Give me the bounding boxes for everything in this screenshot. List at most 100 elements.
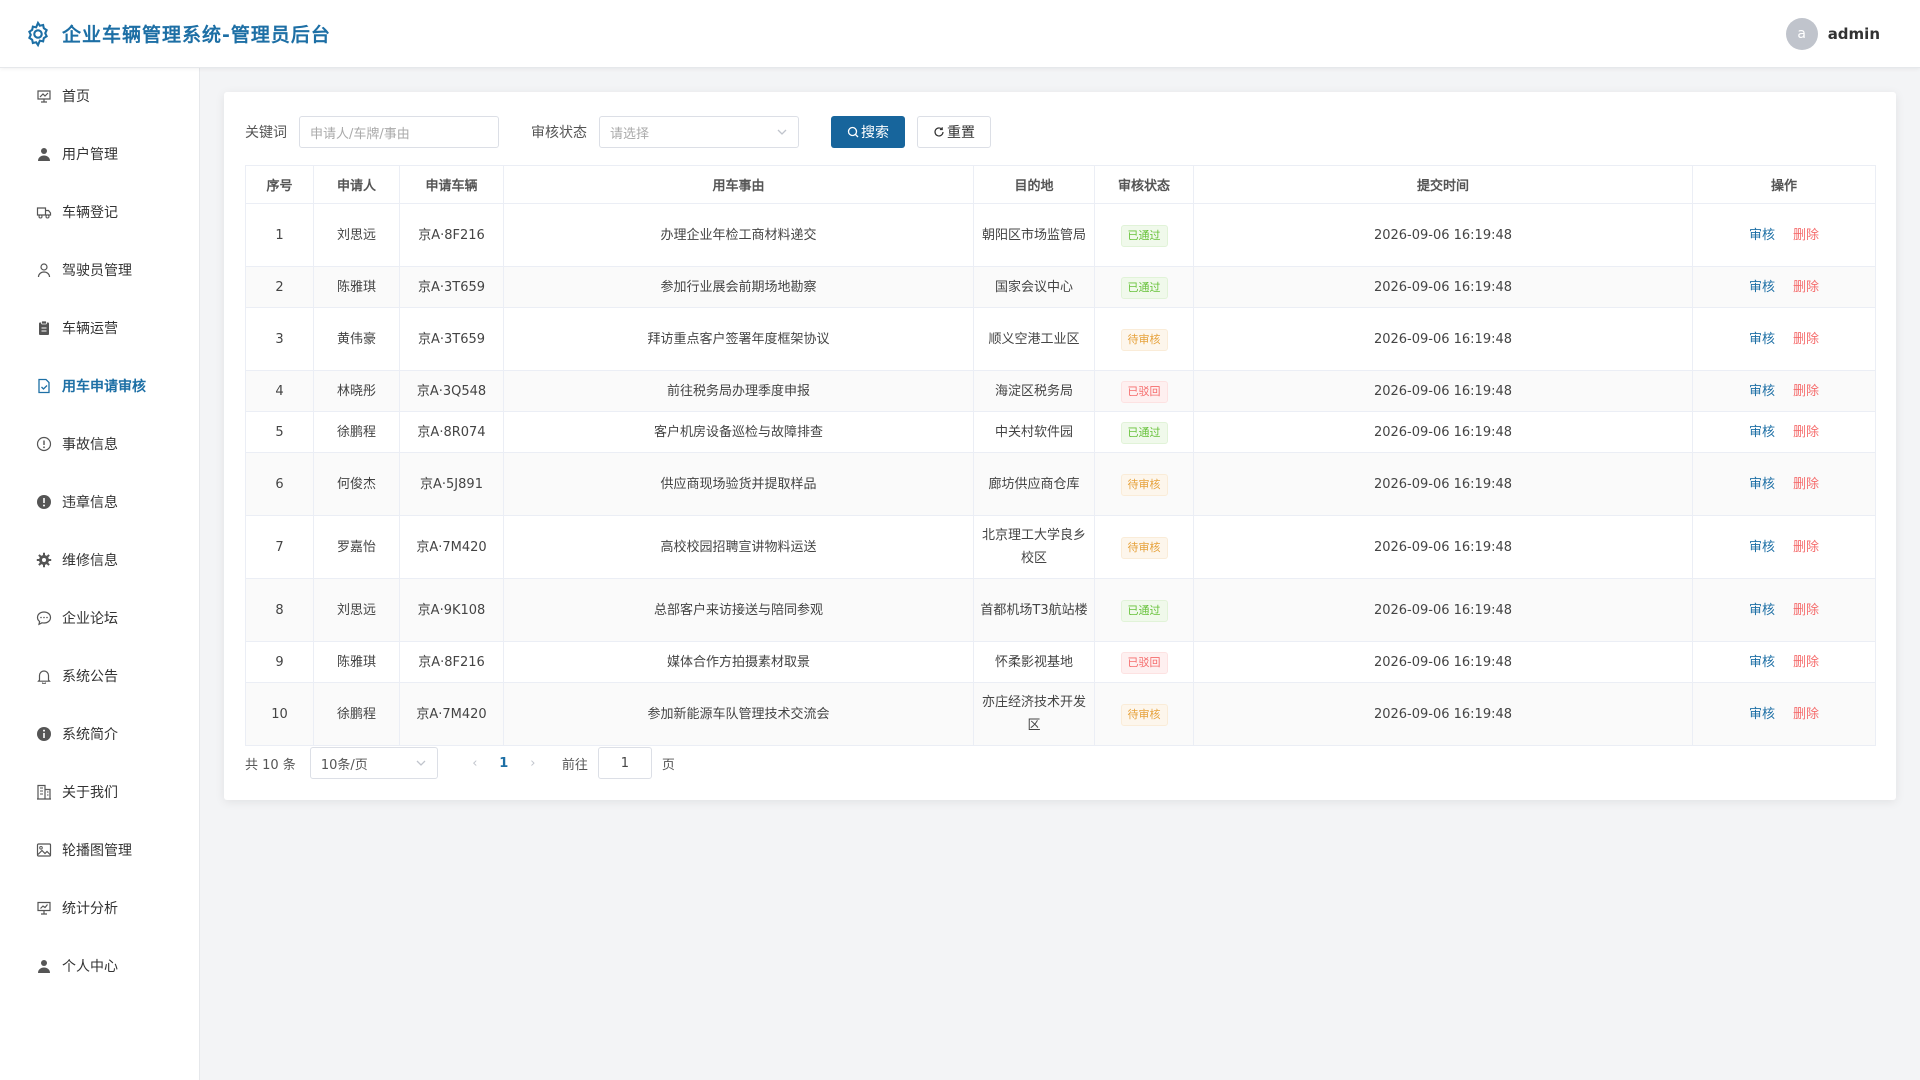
sidebar-item-6[interactable]: 用车申请审核 (0, 366, 200, 406)
audit-link[interactable]: 审核 (1749, 477, 1775, 492)
column-header: 申请车辆 (399, 165, 504, 204)
page-size-value: 10条/页 (320, 757, 368, 773)
table-row: 5 徐鹏程 京A·8R074 客户机房设备巡检与故障排查 中关村软件园 已通过 2026-0… (245, 411, 1876, 453)
sidebar-item-1[interactable]: 首页 (0, 76, 200, 116)
cell-applicant: 罗嘉怡 (313, 515, 400, 579)
sidebar-item-2[interactable]: 用户管理 (0, 134, 200, 174)
sidebar-item-label: 关于我们 (62, 785, 118, 801)
delete-link[interactable]: 删除 (1793, 280, 1819, 295)
cell-applicant: 陈雅琪 (313, 266, 400, 308)
username[interactable]: admin (1828, 25, 1880, 43)
delete-link[interactable]: 删除 (1793, 477, 1819, 492)
cell-actions: 审核 删除 (1692, 307, 1876, 371)
cell-no: 9 (245, 641, 314, 683)
sidebar-item-16[interactable]: 个人中心 (0, 946, 200, 986)
sidebar-item-10[interactable]: 企业论坛 (0, 598, 200, 638)
page-size-select[interactable]: 10条/页 (309, 747, 438, 779)
cell-vehicle: 京A·8F216 (399, 641, 504, 683)
reset-button[interactable]: 重置 (917, 116, 991, 148)
keyword-label: 关键词 (245, 125, 287, 141)
cell-actions: 审核 删除 (1692, 641, 1876, 683)
cell-destination: 海淀区税务局 (973, 370, 1095, 412)
status-badge: 待审核 (1120, 473, 1168, 496)
column-header: 提交时间 (1193, 165, 1693, 204)
audit-link[interactable]: 审核 (1749, 603, 1775, 618)
delete-link[interactable]: 删除 (1793, 540, 1819, 555)
cell-destination: 顺义空港工业区 (973, 307, 1095, 371)
audit-link[interactable]: 审核 (1749, 280, 1775, 295)
delete-link[interactable]: 删除 (1793, 332, 1819, 347)
cell-actions: 审核 删除 (1692, 515, 1876, 579)
sidebar-item-label: 首页 (62, 89, 90, 105)
sidebar-item-12[interactable]: 系统简介 (0, 714, 200, 754)
sidebar-item-13[interactable]: 关于我们 (0, 772, 200, 812)
cell-status: 待审核 (1094, 307, 1194, 371)
user-icon (38, 960, 50, 973)
audit-link[interactable]: 审核 (1749, 707, 1775, 722)
cell-vehicle: 京A·3T659 (399, 307, 504, 371)
delete-link[interactable]: 删除 (1793, 425, 1819, 440)
cell-vehicle: 京A·3T659 (399, 266, 504, 308)
next-page-icon[interactable]: › (522, 756, 544, 771)
audit-link[interactable]: 审核 (1749, 384, 1775, 399)
cell-time: 2026-09-06 16:19:48 (1193, 641, 1693, 683)
sidebar-item-5[interactable]: 车辆运营 (0, 308, 200, 348)
sidebar-item-4[interactable]: 驾驶员管理 (0, 250, 200, 290)
status-select[interactable]: 请选择 (599, 116, 799, 148)
alert-icon (37, 495, 51, 509)
sidebar-item-3[interactable]: 车辆登记 (0, 192, 200, 232)
audit-link[interactable]: 审核 (1749, 425, 1775, 440)
table-row: 3 黄伟豪 京A·3T659 拜访重点客户签署年度框架协议 顺义空港工业区 待审核 2026… (245, 307, 1876, 371)
document-check-icon (38, 378, 50, 394)
search-button[interactable]: 搜索 (831, 116, 905, 148)
table-header-row: 序号 申请人 申请车辆 用车事由 目的地 审核状态 提交时间 操作 (245, 165, 1876, 204)
sidebar: 首页用户管理车辆登记驾驶员管理车辆运营用车申请审核事故信息违章信息维修信息企业论… (0, 68, 200, 1080)
user-menu[interactable]: a admin (1785, 18, 1880, 50)
cell-time: 2026-09-06 16:19:48 (1193, 266, 1693, 308)
person-icon (37, 263, 51, 278)
sidebar-item-7[interactable]: 事故信息 (0, 424, 200, 464)
warning-icon (36, 436, 52, 452)
chevron-down-icon (416, 760, 426, 766)
main-card: 关键词 申请人/车牌/事由 审核状态 请选择 搜索 重置 序号 申请人 申请车辆 用车… (224, 92, 1896, 800)
sidebar-item-label: 用车申请审核 (62, 379, 146, 395)
sidebar-item-15[interactable]: 统计分析 (0, 888, 200, 928)
delete-link[interactable]: 删除 (1793, 384, 1819, 399)
cell-reason: 拜访重点客户签署年度框架协议 (503, 307, 974, 371)
cell-vehicle: 京A·7M420 (399, 515, 504, 579)
cell-no: 4 (245, 370, 314, 412)
refresh-icon (934, 127, 944, 137)
cell-destination: 怀柔影视基地 (973, 641, 1095, 683)
application-table: 序号 申请人 申请车辆 用车事由 目的地 审核状态 提交时间 操作 1 刘思远 京A·8F216 办… (245, 165, 1876, 746)
sidebar-item-11[interactable]: 系统公告 (0, 656, 200, 696)
page-number[interactable]: 1 (486, 756, 522, 771)
audit-link[interactable]: 审核 (1749, 540, 1775, 555)
cell-reason: 媒体合作方拍摄素材取景 (503, 641, 974, 683)
delete-link[interactable]: 删除 (1793, 228, 1819, 243)
audit-link[interactable]: 审核 (1749, 228, 1775, 243)
cell-reason: 高校校园招聘宣讲物料运送 (503, 515, 974, 579)
status-badge: 已通过 (1120, 421, 1168, 444)
goto-page-input[interactable]: 1 (597, 747, 652, 779)
audit-link[interactable]: 审核 (1749, 332, 1775, 347)
keyword-placeholder: 申请人/车牌/事由 (310, 126, 410, 142)
cell-actions: 审核 删除 (1692, 411, 1876, 453)
cell-status: 已通过 (1094, 266, 1194, 308)
avatar[interactable]: a (1785, 18, 1818, 50)
table-row: 8 刘思远 京A·9K108 总部客户来访接送与陪同参观 首都机场T3航站楼 已通过 202… (245, 578, 1876, 642)
cell-no: 2 (245, 266, 314, 308)
column-header: 操作 (1692, 165, 1876, 204)
column-header: 目的地 (973, 165, 1095, 204)
audit-link[interactable]: 审核 (1749, 655, 1775, 670)
delete-link[interactable]: 删除 (1793, 655, 1819, 670)
cell-reason: 参加行业展会前期场地勘察 (503, 266, 974, 308)
prev-page-icon[interactable]: ‹ (464, 756, 486, 771)
keyword-input[interactable]: 申请人/车牌/事由 (299, 116, 499, 148)
sidebar-item-14[interactable]: 轮播图管理 (0, 830, 200, 870)
sidebar-item-9[interactable]: 维修信息 (0, 540, 200, 580)
delete-link[interactable]: 删除 (1793, 603, 1819, 618)
delete-link[interactable]: 删除 (1793, 707, 1819, 722)
cell-status: 已驳回 (1094, 370, 1194, 412)
table-row: 1 刘思远 京A·8F216 办理企业年检工商材料递交 朝阳区市场监管局 已通过 2026-… (245, 203, 1876, 267)
sidebar-item-8[interactable]: 违章信息 (0, 482, 200, 522)
